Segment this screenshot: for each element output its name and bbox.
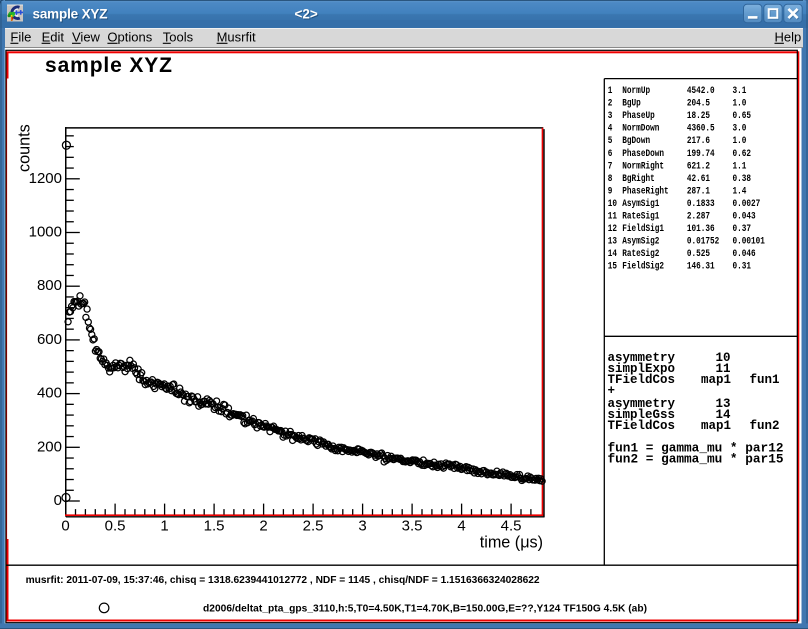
- svg-text:PhaseRight: PhaseRight: [622, 185, 668, 197]
- svg-text:0.00101: 0.00101: [733, 237, 765, 248]
- svg-text:6: 6: [608, 149, 613, 160]
- svg-text:0.5: 0.5: [105, 518, 126, 535]
- svg-text:TFieldCos: TFieldCos: [608, 419, 676, 433]
- svg-text:1.4: 1.4: [733, 186, 747, 197]
- svg-text:0.525: 0.525: [687, 249, 710, 260]
- svg-text:146.31: 146.31: [687, 262, 715, 273]
- svg-text:0.01752: 0.01752: [687, 237, 719, 248]
- svg-text:1000: 1000: [29, 224, 62, 241]
- svg-text:0.37: 0.37: [733, 224, 752, 235]
- svg-text:map1: map1: [701, 373, 731, 387]
- svg-text:0.1833: 0.1833: [687, 199, 715, 210]
- svg-text:42.61: 42.61: [687, 174, 710, 185]
- svg-text:fun1: fun1: [750, 373, 780, 387]
- svg-text:FieldSig1: FieldSig1: [622, 223, 664, 235]
- svg-text:RateSig1: RateSig1: [622, 211, 659, 223]
- svg-text:map1: map1: [701, 419, 731, 433]
- svg-text:0.38: 0.38: [733, 174, 752, 185]
- svg-text:Tools: Tools: [163, 29, 194, 44]
- svg-text:4: 4: [457, 518, 465, 535]
- svg-text:10: 10: [608, 199, 617, 210]
- svg-text:1: 1: [608, 86, 613, 97]
- svg-text:2.5: 2.5: [303, 518, 324, 535]
- svg-text:+: +: [608, 384, 616, 398]
- svg-text:5: 5: [608, 136, 613, 147]
- svg-text:3.1: 3.1: [733, 86, 747, 97]
- svg-text:18.25: 18.25: [687, 111, 710, 122]
- svg-text:0.043: 0.043: [733, 212, 756, 223]
- svg-text:counts: counts: [16, 124, 34, 172]
- svg-text:Options: Options: [107, 29, 152, 44]
- svg-text:BgRight: BgRight: [622, 173, 654, 185]
- svg-text:sample XYZ: sample XYZ: [45, 54, 172, 77]
- svg-text:Help: Help: [775, 29, 802, 44]
- svg-text:time (μs): time (μs): [480, 534, 543, 552]
- svg-text:400: 400: [37, 385, 62, 402]
- svg-text:9: 9: [608, 186, 613, 197]
- svg-text:AsymSig2: AsymSig2: [622, 236, 659, 248]
- svg-text:sample XYZ: sample XYZ: [33, 7, 108, 22]
- svg-text:217.6: 217.6: [687, 136, 710, 147]
- svg-text:3: 3: [608, 111, 613, 122]
- svg-text:File: File: [10, 29, 31, 44]
- svg-text:1.0: 1.0: [733, 99, 747, 110]
- svg-text:RateSig2: RateSig2: [622, 248, 659, 260]
- svg-text:BgUp: BgUp: [622, 99, 641, 110]
- svg-text:4.5: 4.5: [501, 518, 522, 535]
- svg-text:2: 2: [608, 99, 613, 110]
- svg-text:15: 15: [608, 262, 617, 273]
- svg-text:0.0027: 0.0027: [733, 199, 761, 210]
- svg-text:600: 600: [37, 331, 62, 348]
- svg-text:101.36: 101.36: [687, 224, 715, 235]
- svg-text:14: 14: [608, 249, 617, 260]
- svg-text:287.1: 287.1: [687, 186, 710, 197]
- svg-text:0.046: 0.046: [733, 249, 756, 260]
- svg-text:200: 200: [37, 438, 62, 455]
- svg-text:PhaseUp: PhaseUp: [622, 110, 654, 122]
- svg-text:1.5: 1.5: [204, 518, 225, 535]
- svg-text:PhaseDown: PhaseDown: [622, 148, 664, 160]
- svg-text:NormRight: NormRight: [622, 160, 664, 172]
- svg-text:TFieldCos: TFieldCos: [608, 373, 676, 387]
- svg-text:3: 3: [358, 518, 366, 535]
- svg-text:View: View: [72, 29, 101, 44]
- svg-text:4360.5: 4360.5: [687, 124, 715, 135]
- svg-text:0.65: 0.65: [733, 111, 752, 122]
- svg-text:13: 13: [608, 237, 617, 248]
- svg-text:199.74: 199.74: [687, 149, 715, 160]
- svg-text:0.62: 0.62: [733, 149, 752, 160]
- svg-text:2.287: 2.287: [687, 212, 710, 223]
- svg-text:FieldSig2: FieldSig2: [622, 261, 664, 273]
- svg-text:d2006/deltat_pta_gps_3110,h:5,: d2006/deltat_pta_gps_3110,h:5,T0=4.50K,T…: [203, 604, 647, 615]
- svg-text:11: 11: [608, 212, 617, 223]
- svg-text:621.2: 621.2: [687, 161, 710, 172]
- svg-text:0: 0: [54, 492, 62, 509]
- svg-text:BgDown: BgDown: [622, 136, 650, 147]
- svg-text:musrfit: 2011-07-09, 15:37:46,: musrfit: 2011-07-09, 15:37:46, chisq = 1…: [26, 575, 540, 586]
- svg-text:AsymSig1: AsymSig1: [622, 198, 659, 210]
- svg-text:NormDown: NormDown: [622, 124, 659, 135]
- svg-text:NormUp: NormUp: [622, 86, 650, 97]
- svg-text:7: 7: [608, 161, 613, 172]
- svg-text:1.0: 1.0: [733, 136, 747, 147]
- svg-text:fun2 = gamma_mu * par15: fun2 = gamma_mu * par15: [608, 453, 784, 467]
- svg-text:3.0: 3.0: [733, 124, 747, 135]
- svg-text:12: 12: [608, 224, 617, 235]
- svg-text:2: 2: [259, 518, 267, 535]
- svg-text:fun2: fun2: [750, 419, 780, 433]
- svg-text:Edit: Edit: [42, 29, 65, 44]
- svg-text:1: 1: [160, 518, 168, 535]
- svg-text:0.31: 0.31: [733, 262, 752, 273]
- svg-text:4: 4: [608, 124, 613, 135]
- svg-text:1.1: 1.1: [733, 161, 747, 172]
- svg-text:800: 800: [37, 277, 62, 294]
- svg-text:204.5: 204.5: [687, 99, 710, 110]
- svg-text:4542.0: 4542.0: [687, 86, 715, 97]
- svg-text:Musrfit: Musrfit: [217, 29, 256, 44]
- svg-text:8: 8: [608, 174, 613, 185]
- svg-text:<2>: <2>: [295, 7, 318, 22]
- svg-text:0: 0: [61, 518, 69, 535]
- svg-text:1200: 1200: [29, 170, 62, 187]
- svg-text:3.5: 3.5: [402, 518, 423, 535]
